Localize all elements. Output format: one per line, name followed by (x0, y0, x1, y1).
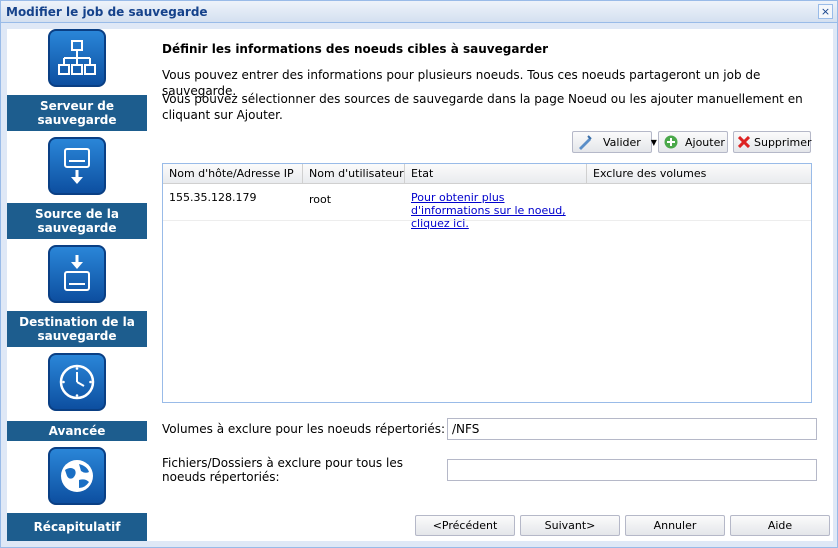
sidebar-item-label: Destination de la sauvegarde (7, 311, 147, 347)
delete-button[interactable]: Supprimer (733, 131, 812, 153)
globe-icon (48, 447, 106, 505)
sidebar-item-label: Serveur de sauvegarde (7, 95, 147, 131)
drive-arrow-in-icon (48, 245, 106, 303)
sidebar-item-label: Avancée (7, 421, 147, 441)
clock-icon (48, 353, 106, 411)
validate-button[interactable]: Valider ▼ (572, 131, 657, 153)
cell-status: Pour obtenir plus d'informations sur le … (405, 191, 587, 230)
validate-label: Valider (603, 135, 641, 149)
validate-icon (577, 134, 593, 150)
sidebar-item-label: Source de la sauvegarde (7, 203, 147, 239)
delete-icon (738, 134, 750, 150)
add-icon (663, 134, 679, 150)
close-button[interactable]: × (818, 4, 833, 19)
page-title: Définir les informations des noeuds cibl… (162, 42, 549, 56)
help-button[interactable]: Aide (730, 515, 830, 536)
delete-label: Supprimer (754, 135, 812, 149)
main-panel: Définir les informations des noeuds cibl… (147, 29, 833, 541)
previous-button[interactable]: <Précédent (415, 515, 515, 536)
files-exclude-label: Fichiers/Dossiers à exclure pour tous le… (162, 456, 403, 484)
wizard-sidebar: Serveur de sauvegarde Source de la sauve… (7, 29, 147, 541)
window-title: Modifier le job de sauvegarde (6, 5, 208, 19)
backup-job-dialog: Modifier le job de sauvegarde × Serveur … (0, 0, 838, 548)
column-header-exclude[interactable]: Exclure des volumes (587, 164, 811, 184)
instruction-text: Vous pouvez sélectionner des sources de … (162, 92, 803, 122)
cell-user: root (309, 193, 332, 206)
dropdown-arrow-icon[interactable]: ▼ (651, 138, 657, 147)
drive-arrow-out-icon (48, 137, 106, 195)
table-header: Nom d'hôte/Adresse IP Nom d'utilisateur … (163, 164, 811, 184)
add-button[interactable]: Ajouter (658, 131, 728, 153)
table-row[interactable]: 155.35.128.179 root Pour obtenir plus d'… (163, 185, 811, 230)
nodes-table: Nom d'hôte/Adresse IP Nom d'utilisateur … (162, 163, 812, 403)
volumes-exclude-label: Volumes à exclure pour les noeuds répert… (162, 422, 446, 436)
next-button[interactable]: Suivant> (520, 515, 620, 536)
cell-host: 155.35.128.179 (169, 191, 257, 204)
cancel-button[interactable]: Annuler (625, 515, 725, 536)
column-header-host[interactable]: Nom d'hôte/Adresse IP (163, 164, 303, 184)
add-label: Ajouter (685, 135, 725, 149)
network-nodes-icon (48, 29, 106, 87)
files-exclude-input[interactable] (447, 459, 817, 481)
node-info-link[interactable]: Pour obtenir plus d'informations sur le … (411, 191, 566, 230)
volumes-exclude-input[interactable] (447, 418, 817, 440)
column-header-user[interactable]: Nom d'utilisateur (303, 164, 405, 184)
column-header-status[interactable]: Etat (405, 164, 587, 184)
title-bar[interactable]: Modifier le job de sauvegarde × (1, 1, 837, 23)
sidebar-item-label: Récapitulatif (7, 513, 147, 541)
